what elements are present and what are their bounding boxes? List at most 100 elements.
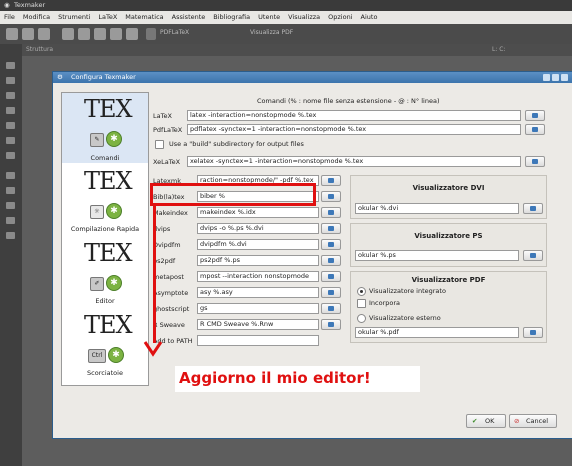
pdf-viewer-input[interactable]: okular %.pdf bbox=[355, 327, 519, 338]
sidebar-icon[interactable] bbox=[6, 107, 15, 114]
menu-strumenti[interactable]: Strumenti bbox=[54, 11, 94, 24]
category-comandi[interactable]: TEX ✎ ✱ Comandi bbox=[62, 93, 148, 163]
dvipdfm-browse-button[interactable] bbox=[321, 239, 341, 250]
ps-viewer-input[interactable]: okular %.ps bbox=[355, 250, 519, 261]
rsweave-label: R Sweave bbox=[153, 321, 185, 329]
pencil-icon: ✐ bbox=[90, 277, 104, 291]
sidebar-icon[interactable] bbox=[6, 172, 15, 179]
cancel-button[interactable]: ⊘ Cancel bbox=[509, 414, 557, 428]
ok-button[interactable]: ✔ OK bbox=[466, 414, 506, 428]
dvi-viewer-browse-button[interactable] bbox=[523, 203, 543, 214]
tex-logo: TEX bbox=[84, 239, 133, 267]
undo-icon[interactable] bbox=[62, 28, 74, 40]
dvipdfm-label: Dvipdfm bbox=[153, 241, 181, 249]
dvipdfm-command-input[interactable]: dvipdfm %.dvi bbox=[197, 239, 319, 250]
menu-utente[interactable]: Utente bbox=[254, 11, 284, 24]
help-icon[interactable] bbox=[543, 74, 550, 81]
bibtex-browse-button[interactable] bbox=[321, 191, 341, 202]
sidebar-icon[interactable] bbox=[6, 187, 15, 194]
tex-logo: TEX bbox=[84, 311, 133, 339]
category-list: TEX ✎ ✱ Comandi TEX ☼ ✱ Compilazione Rap… bbox=[61, 92, 149, 386]
sidebar-icon[interactable] bbox=[6, 217, 15, 224]
sidebar-icon[interactable] bbox=[6, 152, 15, 159]
line-col-indicator: L: C: bbox=[492, 46, 506, 53]
menu-visualizza[interactable]: Visualizza bbox=[284, 11, 324, 24]
makeindex-command-input[interactable]: makeindex %.idx bbox=[197, 207, 319, 218]
redo-icon[interactable] bbox=[78, 28, 90, 40]
latex-browse-button[interactable] bbox=[525, 110, 545, 121]
run-arrow-icon[interactable] bbox=[146, 28, 156, 40]
category-compilazione-rapida[interactable]: TEX ☼ ✱ Compilazione Rapida bbox=[62, 165, 148, 235]
cancel-icon: ⊘ bbox=[514, 417, 520, 425]
ghostscript-browse-button[interactable] bbox=[321, 303, 341, 314]
menu-bibliografia[interactable]: Bibliografia bbox=[209, 11, 254, 24]
paste-icon[interactable] bbox=[126, 28, 138, 40]
latexmk-browse-button[interactable] bbox=[321, 175, 341, 186]
menu-modifica[interactable]: Modifica bbox=[19, 11, 54, 24]
sidebar-icon[interactable] bbox=[6, 137, 15, 144]
latex-command-input[interactable]: latex -interaction=nonstopmode %.tex bbox=[187, 110, 521, 121]
metapost-browse-button[interactable] bbox=[321, 271, 341, 282]
rsweave-command-input[interactable]: R CMD Sweave %.Rnw bbox=[197, 319, 319, 330]
ps2pdf-command-input[interactable]: ps2pdf %.ps bbox=[197, 255, 319, 266]
gear-icon: ✱ bbox=[106, 275, 122, 291]
dvi-viewer-input[interactable]: okular %.dvi bbox=[355, 203, 519, 214]
asymptote-browse-button[interactable] bbox=[321, 287, 341, 298]
rsweave-browse-button[interactable] bbox=[321, 319, 341, 330]
new-file-icon[interactable] bbox=[6, 28, 18, 40]
sidebar-icon[interactable] bbox=[6, 202, 15, 209]
menu-aiuto[interactable]: Aiuto bbox=[357, 11, 382, 24]
dialog-app-icon: ⚙ bbox=[57, 73, 63, 81]
menu-file[interactable]: File bbox=[0, 11, 19, 24]
ctrl-key-icon: Ctrl bbox=[88, 349, 106, 363]
ps-viewer-browse-button[interactable] bbox=[523, 250, 543, 261]
sidebar-icon[interactable] bbox=[6, 62, 15, 69]
sidebar-icon[interactable] bbox=[6, 232, 15, 239]
asymptote-command-input[interactable]: asy %.asy bbox=[197, 287, 319, 298]
close-icon[interactable] bbox=[561, 74, 568, 81]
save-icon[interactable] bbox=[38, 28, 50, 40]
build-subdir-checkbox[interactable] bbox=[155, 140, 164, 149]
sidebar-icon[interactable] bbox=[6, 77, 15, 84]
menu-matematica[interactable]: Matematica bbox=[121, 11, 167, 24]
embed-checkbox[interactable] bbox=[357, 299, 366, 308]
category-label: Scorciatoie bbox=[87, 369, 123, 377]
metapost-command-input[interactable]: mpost --interaction nonstopmode bbox=[197, 271, 319, 282]
xelatex-command-input[interactable]: xelatex -synctex=1 -interaction=nonstopm… bbox=[187, 156, 521, 167]
ghostscript-label: ghostscript bbox=[153, 305, 190, 313]
category-scorciatoie[interactable]: TEX Ctrl ✱ Scorciatoie bbox=[62, 309, 148, 379]
menu-latex[interactable]: LaTeX bbox=[94, 11, 121, 24]
add-path-input[interactable] bbox=[197, 335, 319, 346]
highlight-box bbox=[150, 183, 316, 206]
view-pdf-select[interactable]: Visualizza PDF bbox=[250, 29, 293, 36]
pdflatex-label: PdfLaTeX bbox=[153, 126, 183, 134]
xelatex-label: XeLaTeX bbox=[153, 158, 181, 166]
copy-icon[interactable] bbox=[94, 28, 106, 40]
quick-build-select[interactable]: PDFLaTeX bbox=[160, 29, 189, 36]
integrated-viewer-radio[interactable] bbox=[357, 287, 366, 296]
makeindex-browse-button[interactable] bbox=[321, 207, 341, 218]
dvips-browse-button[interactable] bbox=[321, 223, 341, 234]
menu-opzioni[interactable]: Opzioni bbox=[324, 11, 356, 24]
side-toolbar bbox=[0, 44, 22, 466]
xelatex-browse-button[interactable] bbox=[525, 156, 545, 167]
minimize-icon[interactable] bbox=[552, 74, 559, 81]
external-viewer-radio[interactable] bbox=[357, 314, 366, 323]
ps2pdf-browse-button[interactable] bbox=[321, 255, 341, 266]
open-file-icon[interactable] bbox=[22, 28, 34, 40]
ps2pdf-label: ps2pdf bbox=[153, 257, 176, 265]
cut-icon[interactable] bbox=[110, 28, 122, 40]
pdflatex-command-input[interactable]: pdflatex -synctex=1 -interaction=nonstop… bbox=[187, 124, 521, 135]
category-editor[interactable]: TEX ✐ ✱ Editor bbox=[62, 237, 148, 307]
pdf-viewer-browse-button[interactable] bbox=[523, 327, 543, 338]
sidebar-icon[interactable] bbox=[6, 122, 15, 129]
annotation-line bbox=[153, 203, 156, 343]
ghostscript-command-input[interactable]: gs bbox=[197, 303, 319, 314]
menu-assistente[interactable]: Assistente bbox=[168, 11, 210, 24]
dvi-viewer-group: Visualizzatore DVI okular %.dvi bbox=[350, 175, 547, 219]
sidebar-icon[interactable] bbox=[6, 92, 15, 99]
pdflatex-browse-button[interactable] bbox=[525, 124, 545, 135]
ps-viewer-group: Visualizzatore PS okular %.ps bbox=[350, 223, 547, 267]
gear-icon: ✱ bbox=[106, 131, 122, 147]
dvips-command-input[interactable]: dvips -o %.ps %.dvi bbox=[197, 223, 319, 234]
